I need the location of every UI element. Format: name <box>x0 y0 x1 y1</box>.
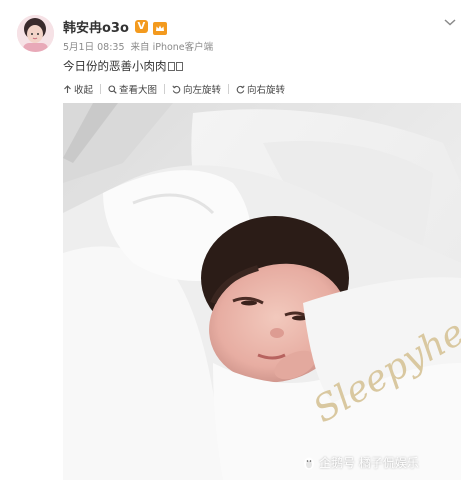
chevron-down-icon[interactable] <box>443 12 457 26</box>
source-prefix: 来自 <box>130 42 150 53</box>
verified-badge-icon: V <box>134 19 148 33</box>
toolbar-divider <box>164 84 166 94</box>
rotate-left-button[interactable]: 向左旋转 <box>172 82 221 96</box>
collapse-button[interactable]: 收起 <box>63 82 93 96</box>
post-text: 今日份的恶善小肉肉 <box>63 58 183 74</box>
crown-badge-icon <box>152 20 167 35</box>
post-date[interactable]: 5月1日 08:35 <box>63 42 125 53</box>
watermark-label: 企鹅号 橘子侃娱乐 <box>319 456 419 470</box>
toolbar-divider <box>100 84 102 94</box>
post-source[interactable]: iPhone客户端 <box>153 42 214 53</box>
arrow-up-icon <box>64 84 71 93</box>
post-meta: 5月1日 08:35 来自 iPhone客户端 <box>63 39 213 53</box>
rotate-right-icon <box>236 85 245 94</box>
post-text-body: 今日份的恶善小肉肉 <box>63 59 167 73</box>
missing-glyph-icon <box>167 62 175 71</box>
rotate-left-label: 向左旋转 <box>183 85 222 96</box>
rotate-right-button[interactable]: 向右旋转 <box>236 82 285 96</box>
post-photo[interactable]: Sleepyhead DELUXE <box>63 103 461 480</box>
baby-photo: Sleepyhead DELUXE <box>63 103 461 480</box>
watermark: 企鹅号 橘子侃娱乐 <box>302 454 419 471</box>
view-large-label: 查看大图 <box>119 85 158 96</box>
username-row: 韩安冉o3o V <box>63 17 167 36</box>
view-large-button[interactable]: 查看大图 <box>108 82 157 96</box>
toolbar-divider <box>228 84 230 94</box>
search-icon <box>108 84 117 94</box>
penguin-icon <box>304 457 314 469</box>
username[interactable]: 韩安冉o3o <box>63 17 129 36</box>
collapse-label: 收起 <box>74 85 94 96</box>
weibo-post-card: 韩安冉o3o V 5月1日 08:35 来自 iPhone客户端 今日份的恶善小… <box>0 0 463 480</box>
avatar[interactable] <box>17 15 54 52</box>
missing-glyph-icon <box>175 62 183 71</box>
rotate-left-icon <box>172 85 181 94</box>
rotate-right-label: 向右旋转 <box>247 85 286 96</box>
image-toolbar: 收起 查看大图 向左旋转 向右旋转 <box>63 80 285 98</box>
